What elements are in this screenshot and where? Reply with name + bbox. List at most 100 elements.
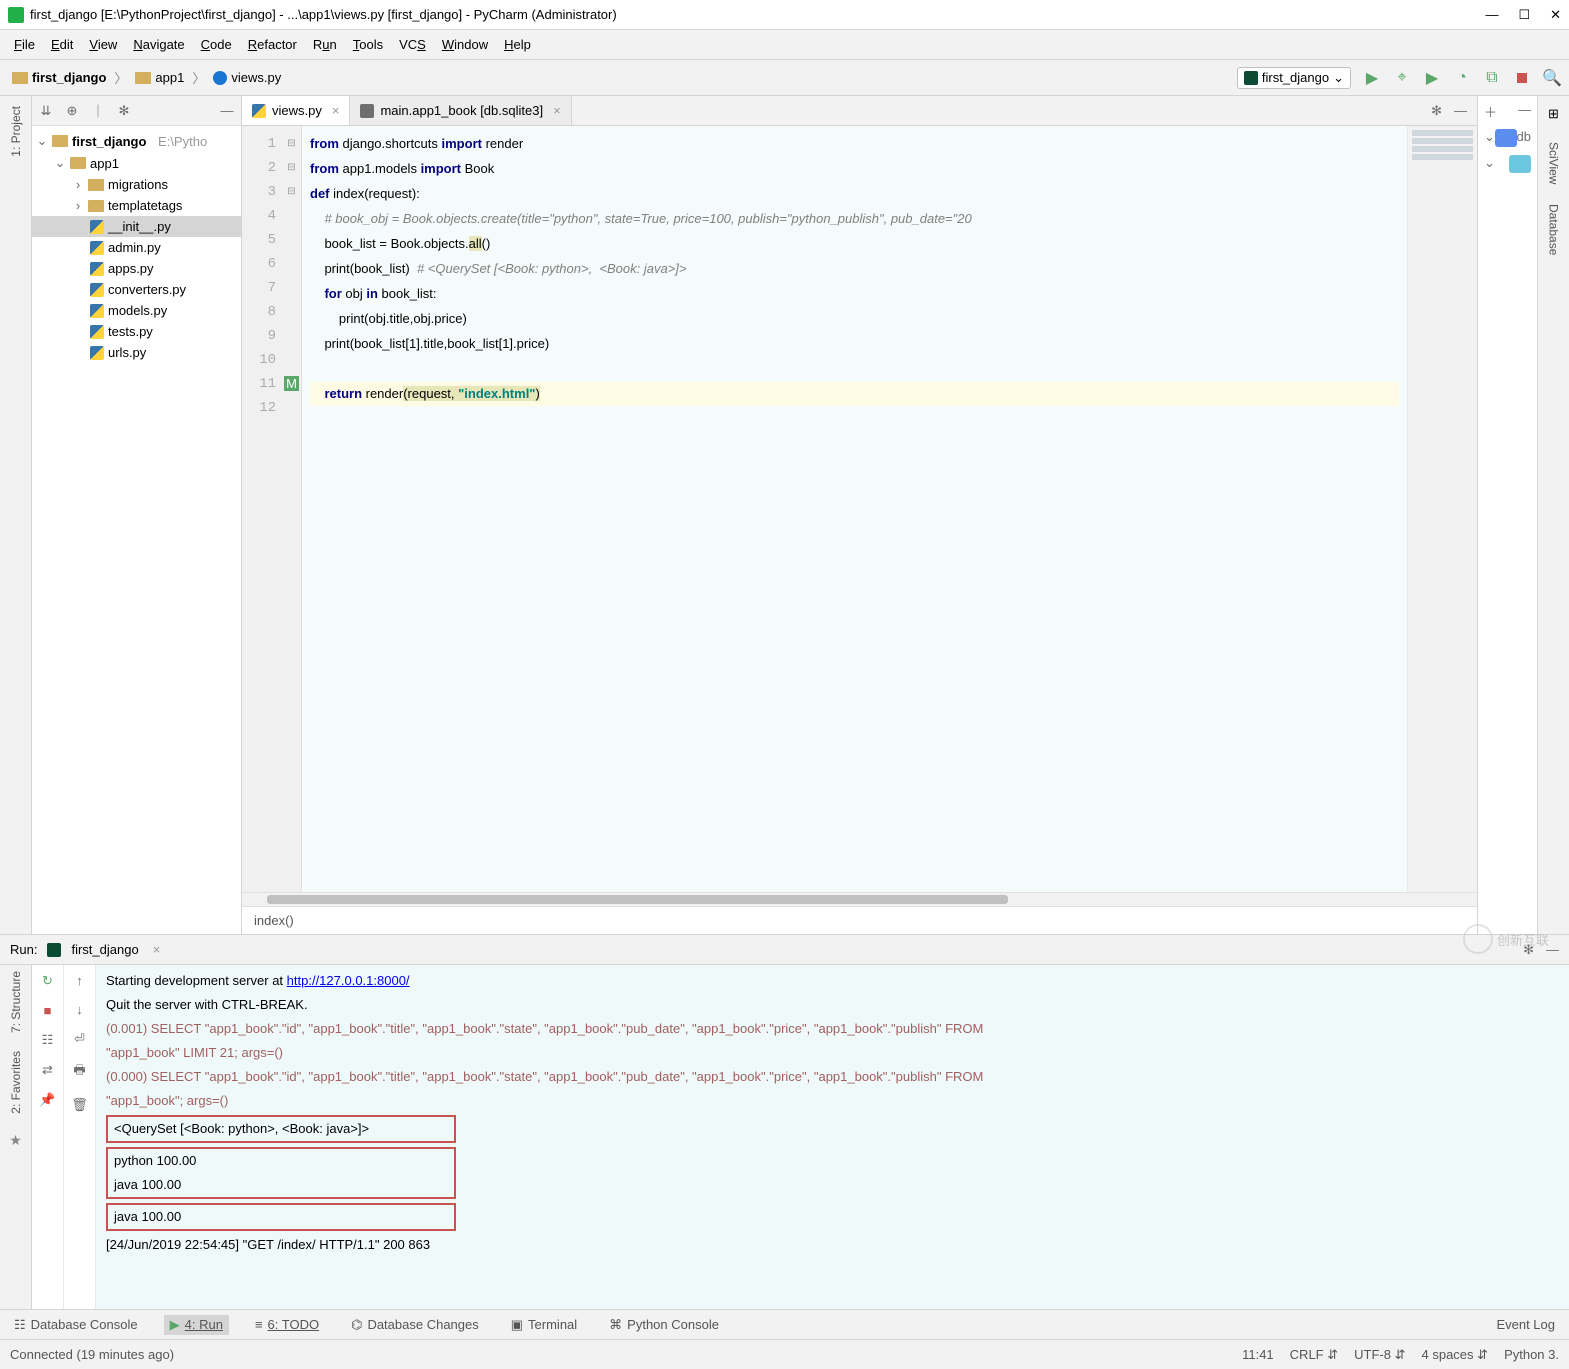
tree-file[interactable]: admin.py <box>32 237 241 258</box>
close-icon[interactable]: ✕ <box>1550 7 1561 23</box>
menu-file[interactable]: File <box>8 35 41 54</box>
run-button[interactable]: ▶ <box>1363 69 1381 87</box>
schema-icon[interactable] <box>1509 155 1531 173</box>
tree-file[interactable]: apps.py <box>32 258 241 279</box>
status-indent[interactable]: 4 spaces ⇵ <box>1422 1347 1489 1363</box>
search-everywhere-button[interactable]: 🔍 <box>1543 69 1561 87</box>
hide-icon[interactable]: — <box>219 103 235 119</box>
menu-run[interactable]: Run <box>307 35 343 54</box>
tree-file[interactable]: converters.py <box>32 279 241 300</box>
tab-grid-icon[interactable]: ⊞ <box>1548 106 1559 122</box>
status-line-sep[interactable]: CRLF ⇵ <box>1290 1347 1338 1363</box>
line-numbers: 123456789101112 <box>242 126 282 892</box>
code-editor[interactable]: 123456789101112 ⊟⊟⊟M from django.shortcu… <box>242 126 1477 892</box>
tab-views[interactable]: views.py× <box>242 96 350 125</box>
menu-bar: File Edit View Navigate Code Refactor Ru… <box>0 30 1569 60</box>
tab-terminal[interactable]: ▣ Terminal <box>505 1315 583 1335</box>
menu-help[interactable]: Help <box>498 35 537 54</box>
tree-app[interactable]: ⌄app1 <box>32 152 241 174</box>
tab-db[interactable]: main.app1_book [db.sqlite3]× <box>350 96 571 125</box>
tab-db-changes[interactable]: ⌬ Database Changes <box>345 1315 485 1335</box>
gear-icon[interactable]: ✻ <box>116 103 132 119</box>
target-icon[interactable]: ⊕ <box>64 103 80 119</box>
horizontal-scrollbar[interactable] <box>242 892 1477 906</box>
close-icon[interactable]: × <box>332 103 340 118</box>
chevron-right-icon: 〉 <box>192 68 205 87</box>
close-icon[interactable]: × <box>153 942 161 957</box>
tab-favorites[interactable]: 2: Favorites <box>9 1051 23 1114</box>
tab-database[interactable]: Database <box>1547 204 1561 255</box>
breadcrumb-file[interactable]: views.py <box>209 68 285 87</box>
breadcrumb-app[interactable]: app1 <box>131 68 188 87</box>
run-tab[interactable]: first_django <box>71 942 138 957</box>
menu-view[interactable]: View <box>83 35 123 54</box>
code-breadcrumb[interactable]: index() <box>242 906 1477 934</box>
divide-icon[interactable]: ｜ <box>90 103 106 119</box>
wrap-icon[interactable]: ⏎ <box>74 1031 85 1047</box>
tree-file[interactable]: __init__.py <box>32 216 241 237</box>
server-url-link[interactable]: http://127.0.0.1:8000/ <box>287 973 410 988</box>
minimize-icon[interactable]: — <box>1485 7 1498 23</box>
tree-file[interactable]: urls.py <box>32 342 241 363</box>
hide-icon[interactable]: — <box>1518 102 1531 121</box>
tree-file[interactable]: models.py <box>32 300 241 321</box>
chevron-down-icon[interactable]: ⌄ <box>1484 129 1495 147</box>
stop-button[interactable]: ■ <box>44 1003 52 1018</box>
run-config-selector[interactable]: first_django ⌄ <box>1237 67 1351 89</box>
collapse-icon[interactable]: ⇊ <box>38 103 54 119</box>
status-encoding[interactable]: UTF-8 ⇵ <box>1354 1347 1405 1363</box>
tab-structure[interactable]: 7: Structure <box>9 971 23 1033</box>
layout2-icon[interactable]: ⇄ <box>42 1062 53 1078</box>
menu-refactor[interactable]: Refactor <box>242 35 303 54</box>
project-panel: ⇊ ⊕ ｜ ✻ — ⌄first_django E:\Pytho ⌄app1 ›… <box>32 96 242 934</box>
run-header: Run: first_django × ✻— <box>0 935 1569 965</box>
code-content[interactable]: from django.shortcuts import render from… <box>302 126 1407 892</box>
console-output[interactable]: Starting development server at http://12… <box>96 965 1569 1309</box>
close-icon[interactable]: × <box>553 103 561 118</box>
tab-event-log[interactable]: Event Log <box>1490 1315 1561 1334</box>
folder-icon <box>88 200 104 212</box>
tree-root[interactable]: ⌄first_django E:\Pytho <box>32 130 241 152</box>
menu-tools[interactable]: Tools <box>347 35 389 54</box>
print-icon[interactable]: 🖶 <box>73 1061 85 1083</box>
database-icon[interactable] <box>1495 129 1517 147</box>
hide-icon[interactable]: — <box>1454 103 1467 118</box>
maximize-icon[interactable]: ☐ <box>1518 7 1530 23</box>
menu-code[interactable]: Code <box>195 35 238 54</box>
minimap[interactable] <box>1407 126 1477 892</box>
stop-button[interactable] <box>1513 69 1531 87</box>
tree-file[interactable]: tests.py <box>32 321 241 342</box>
up-icon[interactable]: ↑ <box>76 973 83 988</box>
debug-button[interactable]: ⌖ <box>1393 69 1411 87</box>
python-file-icon <box>90 283 104 297</box>
tab-todo[interactable]: ≡ 6: TODO <box>249 1315 325 1334</box>
tab-sciview[interactable]: SciView <box>1547 142 1561 184</box>
python-file-icon <box>90 325 104 339</box>
pin-icon[interactable]: 📌 <box>39 1092 55 1108</box>
tab-run[interactable]: ▶ 4: Run <box>164 1315 229 1335</box>
rerun-button[interactable]: ↻ <box>42 973 53 989</box>
profile-button[interactable]: ◔ <box>1453 69 1471 87</box>
project-tree[interactable]: ⌄first_django E:\Pytho ⌄app1 ›migrations… <box>32 126 241 367</box>
layout-icon[interactable]: ☷ <box>42 1032 54 1048</box>
breadcrumb-root[interactable]: first_django <box>8 68 110 87</box>
tab-python-console[interactable]: ⌘ Python Console <box>603 1315 725 1335</box>
status-python[interactable]: Python 3. <box>1504 1347 1559 1363</box>
down-icon[interactable]: ↓ <box>76 1002 83 1017</box>
menu-navigate[interactable]: Navigate <box>127 35 190 54</box>
tab-project[interactable]: 1: Project <box>9 106 23 157</box>
menu-edit[interactable]: Edit <box>45 35 79 54</box>
concurrency-button[interactable]: ⧉ <box>1483 69 1501 87</box>
gear-icon[interactable]: ✻ <box>1431 103 1442 119</box>
tab-db-console[interactable]: ☷ Database Console <box>8 1315 144 1335</box>
tree-folder[interactable]: ›migrations <box>32 174 241 195</box>
menu-vcs[interactable]: VCS <box>393 35 432 54</box>
watermark: 创新互联 <box>1463 924 1549 954</box>
tree-folder[interactable]: ›templatetags <box>32 195 241 216</box>
folder-icon <box>135 72 151 84</box>
menu-window[interactable]: Window <box>436 35 494 54</box>
run-coverage-button[interactable]: ▶ <box>1423 69 1441 87</box>
python-file-icon <box>213 71 227 85</box>
add-icon[interactable]: ＋ <box>1484 102 1497 121</box>
trash-icon[interactable]: 🗑 <box>71 1097 88 1113</box>
